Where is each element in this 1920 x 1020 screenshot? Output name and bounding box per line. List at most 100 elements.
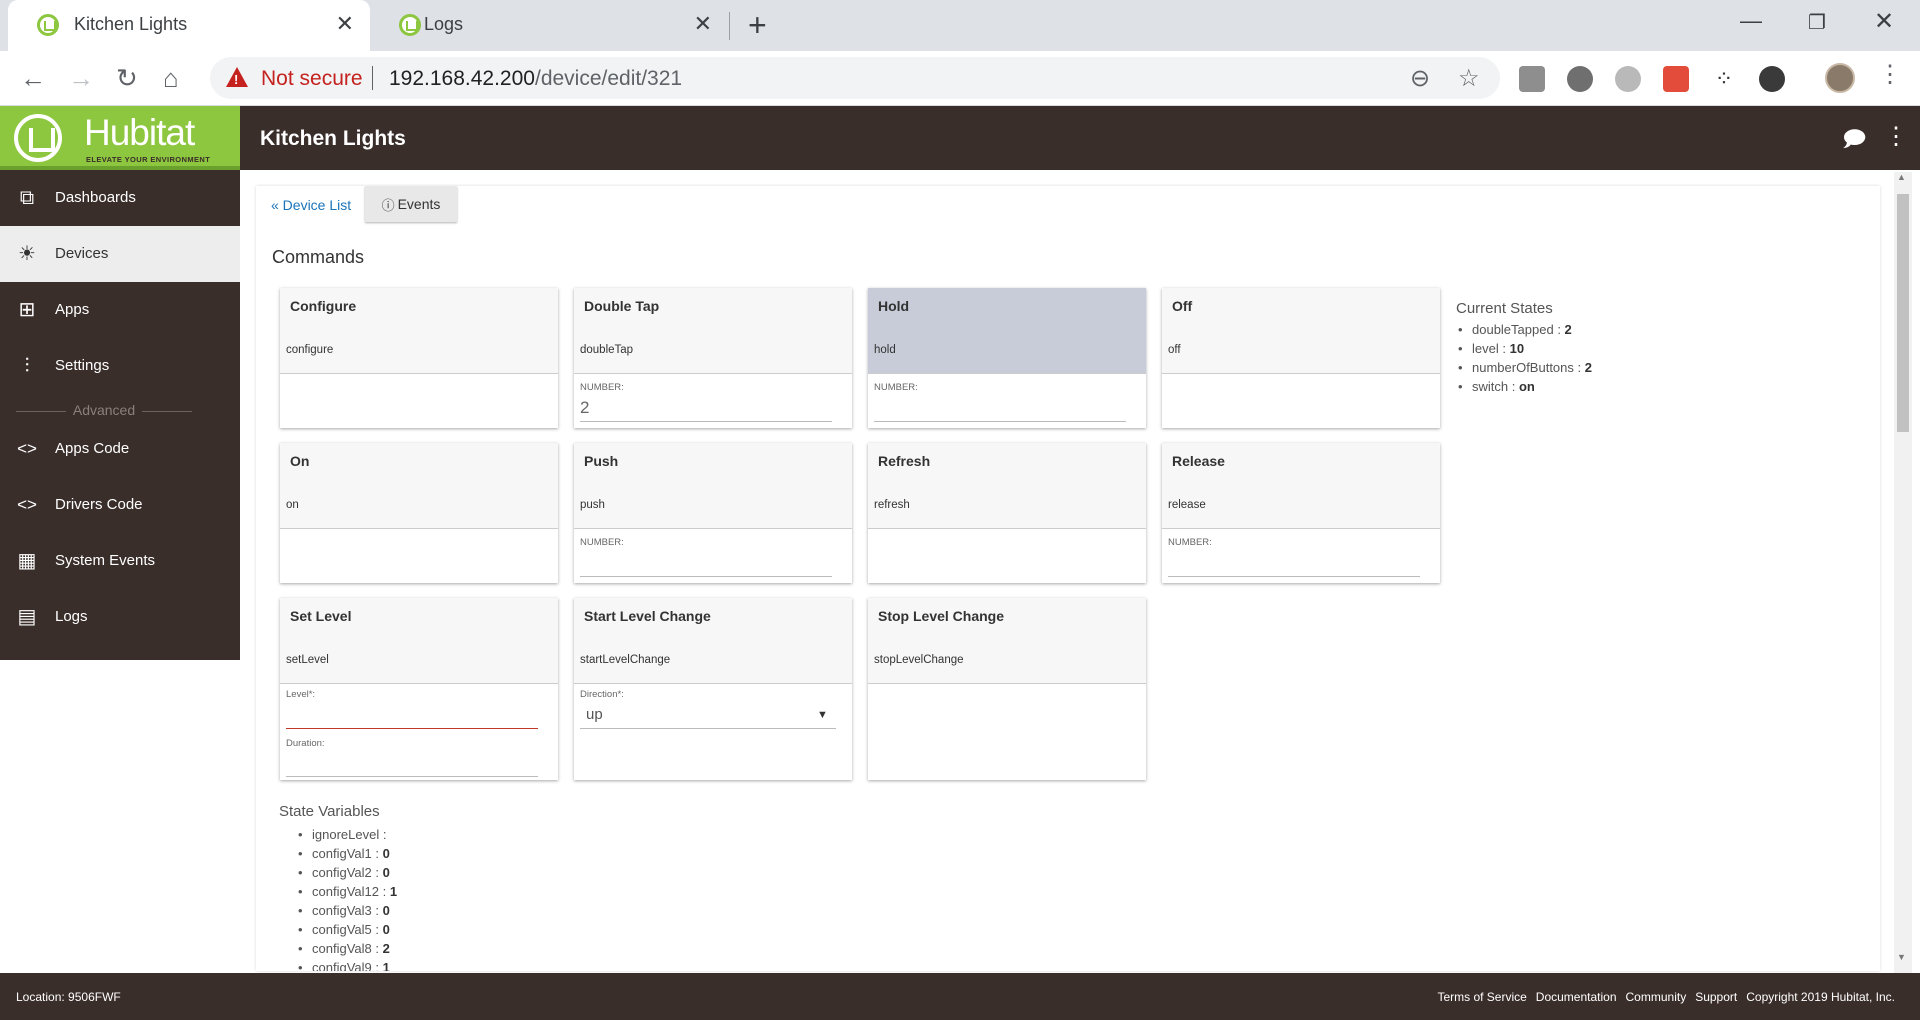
extension-icon[interactable]	[1615, 66, 1641, 92]
command-title: Stop Level Change	[878, 608, 1005, 624]
command-card-configure: Configure configure	[280, 288, 558, 428]
profile-avatar[interactable]	[1825, 63, 1855, 93]
number-input[interactable]	[1168, 576, 1420, 577]
security-status[interactable]: Not secure	[261, 67, 363, 91]
command-button-set-level[interactable]: Set Level setLevel	[280, 598, 558, 684]
code-icon: <>	[17, 439, 37, 458]
current-states-list: doubleTapped : 2 level : 10 numberOfButt…	[1458, 322, 1592, 398]
brand-tagline: ELEVATE YOUR ENVIRONMENT	[86, 155, 211, 164]
support-link[interactable]: Support	[1695, 990, 1737, 1004]
reload-icon[interactable]: ↻	[116, 63, 138, 93]
command-button-refresh[interactable]: Refresh refresh	[868, 443, 1146, 529]
close-tab-icon[interactable]: ✕	[694, 12, 712, 36]
duration-input[interactable]	[286, 776, 538, 777]
documentation-link[interactable]: Documentation	[1536, 990, 1617, 1004]
sidebar-item-settings[interactable]: ⫶ Settings	[0, 338, 240, 394]
number-input[interactable]	[580, 576, 832, 577]
command-button-push[interactable]: Push push	[574, 443, 852, 529]
scroll-down-arrow-icon[interactable]: ▼	[1897, 952, 1906, 962]
pdf-extension-icon[interactable]	[1663, 66, 1689, 92]
sidebar-item-drivers-code[interactable]: <> Drivers Code	[0, 477, 240, 533]
state-variable-item: ignoreLevel :	[298, 827, 397, 846]
back-arrow-icon[interactable]: ←	[20, 63, 46, 93]
extension-icon[interactable]: ⁘	[1711, 66, 1737, 92]
advanced-divider: Advanced	[16, 402, 192, 418]
sidebar-item-label: Dashboards	[55, 189, 136, 206]
command-button-stop-level-change[interactable]: Stop Level Change stopLevelChange	[868, 598, 1146, 684]
home-icon[interactable]: ⌂	[163, 63, 179, 93]
forward-arrow-icon[interactable]: →	[68, 63, 94, 93]
close-window-icon[interactable]: ✕	[1874, 7, 1894, 36]
level-field-label: Level*:	[286, 689, 316, 700]
feedback-icon[interactable]: 🗩	[1842, 122, 1866, 160]
calendar-icon: ▦	[17, 550, 37, 572]
sidebar-item-logs[interactable]: ▤ Logs	[0, 589, 240, 645]
url-text[interactable]: 192.168.42.200/device/edit/321	[389, 67, 682, 91]
device-list-link[interactable]: « Device List	[271, 197, 351, 213]
bookmark-star-icon[interactable]: ☆	[1458, 64, 1480, 93]
state-variables-list: ignoreLevel : configVal1 : 0 configVal2 …	[298, 827, 397, 971]
minimize-icon[interactable]: —	[1740, 8, 1762, 34]
command-button-release[interactable]: Release release	[1162, 443, 1440, 529]
sidebar-item-apps-code[interactable]: <> Apps Code	[0, 421, 240, 477]
browser-tab-active[interactable]: Kitchen Lights ✕	[8, 0, 370, 51]
dropdown-arrow-icon[interactable]: ▼	[817, 709, 828, 721]
extension-icon[interactable]	[1567, 66, 1593, 92]
restore-icon[interactable]: ❐	[1808, 10, 1826, 35]
hubitat-logo[interactable]: Hubitat ELEVATE YOUR ENVIRONMENT	[0, 106, 240, 170]
url-path: /device/edit/321	[534, 67, 683, 90]
direction-select[interactable]: up	[586, 706, 603, 723]
command-name: stopLevelChange	[874, 654, 964, 666]
command-name: push	[580, 499, 605, 511]
sidebar-item-label: Drivers Code	[55, 496, 143, 513]
extension-icon[interactable]	[1519, 66, 1545, 92]
tab-title: Kitchen Lights	[74, 14, 188, 34]
command-button-off[interactable]: Off off	[1162, 288, 1440, 374]
command-name: configure	[286, 344, 334, 356]
command-button-start-level-change[interactable]: Start Level Change startLevelChange	[574, 598, 852, 684]
browser-toolbar: ← → ↻ ⌂ Not secure 192.168.42.200/device…	[0, 51, 1920, 106]
close-tab-icon[interactable]: ✕	[336, 12, 354, 36]
number-field-label: NUMBER:	[580, 537, 624, 548]
brand-name: Hubitat	[84, 112, 195, 153]
number-field-label: NUMBER:	[874, 382, 918, 393]
sidebar-item-label: Settings	[55, 357, 110, 374]
extension-icon[interactable]	[1759, 66, 1785, 92]
scroll-up-arrow-icon[interactable]: ▲	[1897, 172, 1906, 182]
state-variable-item: configVal1 : 0	[298, 846, 397, 865]
more-menu-icon[interactable]: ⋮	[1884, 122, 1908, 151]
command-title: On	[290, 453, 310, 469]
command-button-on[interactable]: On on	[280, 443, 558, 529]
command-card-hold: Hold hold NUMBER:	[868, 288, 1146, 428]
new-tab-icon[interactable]: +	[748, 8, 767, 42]
command-card-stop-level-change: Stop Level Change stopLevelChange	[868, 598, 1146, 780]
sidebar-item-label: System Events	[55, 552, 156, 569]
browser-tabstrip: Kitchen Lights ✕ Logs ✕ + — ❐ ✕	[0, 0, 1920, 51]
scrollbar-thumb[interactable]	[1897, 194, 1909, 432]
number-input[interactable]	[874, 421, 1126, 422]
sidebar-item-system-events[interactable]: ▦ System Events	[0, 533, 240, 589]
number-field-label: NUMBER:	[1168, 537, 1212, 548]
command-button-configure[interactable]: Configure configure	[280, 288, 558, 374]
address-bar[interactable]: Not secure 192.168.42.200/device/edit/32…	[210, 57, 1500, 99]
community-link[interactable]: Community	[1626, 990, 1687, 1004]
sidebar-item-devices[interactable]: ☀ Devices	[0, 226, 240, 282]
chrome-menu-icon[interactable]: ⋮	[1878, 60, 1902, 89]
events-button[interactable]: ⓘ Events	[365, 186, 457, 222]
hubitat-favicon-icon	[399, 14, 421, 36]
page-title: Kitchen Lights	[260, 127, 406, 150]
command-card-push: Push push NUMBER:	[574, 443, 852, 583]
tab-title: Logs	[424, 14, 464, 34]
number-input[interactable]: 2	[580, 398, 589, 418]
command-button-hold[interactable]: Hold hold	[868, 288, 1146, 374]
browser-tab[interactable]: Logs ✕	[370, 0, 728, 51]
lightbulb-icon: ☀	[18, 243, 36, 265]
tab-separator	[729, 12, 730, 40]
command-button-double-tap[interactable]: Double Tap doubleTap	[574, 288, 852, 374]
sidebar-item-dashboards[interactable]: ⧉ Dashboards	[0, 170, 240, 226]
level-input[interactable]	[286, 728, 538, 729]
terms-link[interactable]: Terms of Service	[1437, 990, 1526, 1004]
sidebar-item-apps[interactable]: ⊞ Apps	[0, 282, 240, 338]
zoom-icon[interactable]: ⊖	[1410, 64, 1430, 93]
input-underline	[580, 421, 832, 422]
